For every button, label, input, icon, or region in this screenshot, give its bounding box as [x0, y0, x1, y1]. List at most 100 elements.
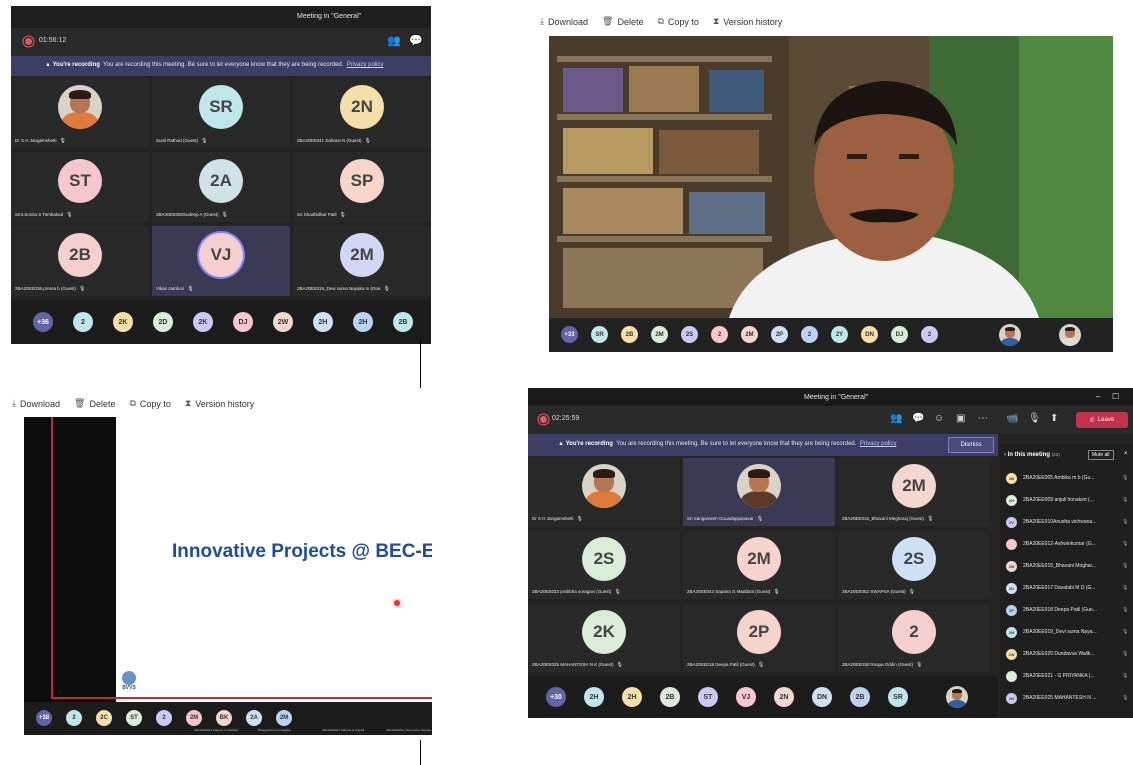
video-tile[interactable]: 2 2BA20EE038 Roopa Oddin (Guest) 🎙	[838, 604, 990, 672]
participant-row[interactable]: 2BA20EE012-Ashwinkumar (G... 🎙	[1006, 536, 1128, 552]
strip-avatar[interactable]: ST	[698, 687, 718, 707]
participant-row[interactable]: 2N 2BA20EE025 MAHANTESH N ... 🎙	[1006, 690, 1128, 706]
share-icon[interactable]: ⬆	[1050, 413, 1058, 424]
strip-avatar[interactable]: 2B	[850, 687, 870, 707]
strip-avatar[interactable]: 2K	[193, 312, 213, 332]
video-tile[interactable]: 2N 2BA20EE041 Sahana N (Guest) 🎙	[293, 78, 431, 148]
more-participants-badge[interactable]: +33	[561, 326, 578, 343]
strip-avatar[interactable]: 2W	[273, 312, 293, 332]
strip-avatar[interactable]: SR	[591, 326, 608, 343]
back-chevron-icon[interactable]: ‹	[1004, 452, 1006, 458]
q2-video-player[interactable]: +33 SR 2B 2M 2S 2 2M 2P 2 2Y DN DJ 2	[549, 36, 1113, 352]
download-button[interactable]: ⤓ Download	[540, 16, 588, 27]
strip-avatar[interactable]: 2M	[186, 710, 202, 726]
strip-avatar[interactable]: 2	[801, 326, 818, 343]
participant-row[interactable]: 2B 2BA20EE005 Ambika m b (Gu... 🎙	[1006, 470, 1128, 486]
participant-row[interactable]: 2V 2BA20EE010Anusha vichwana... 🎙	[1006, 514, 1128, 530]
video-tile[interactable]: VJ Vikas Jambori 🎙	[152, 226, 290, 296]
participants-icon[interactable]: 👥	[387, 34, 401, 47]
video-tile[interactable]: 2S 2BA20EE052 SWAPNA (Guest) 🎙	[838, 531, 990, 599]
participant-row[interactable]: 2H 2BA20EE009 anjali honakeri (... 🎙	[1006, 492, 1128, 508]
version-history-button[interactable]: ⧗ Version history	[185, 398, 254, 409]
video-tile[interactable]: 2K 2BA20EE025 MAHANTESH N K (Guest) 🎙	[528, 604, 680, 672]
strip-avatar[interactable]: 2S	[681, 326, 698, 343]
chat-icon[interactable]: 💬	[409, 34, 423, 47]
more-participants-badge[interactable]: +30	[546, 687, 566, 707]
strip-avatar[interactable]: 2B	[621, 326, 638, 343]
strip-avatar[interactable]: 2H	[584, 687, 604, 707]
video-tile[interactable]: 2M 2BA20EE019_Devi suma Nayaka m (Gue 🎙	[293, 226, 431, 296]
strip-avatar[interactable]: DN	[812, 687, 832, 707]
video-tile[interactable]: 2P 2BA20EE018 Deepa Patil (Guest) 🎙	[683, 604, 835, 672]
strip-avatar[interactable]: 2M	[651, 326, 668, 343]
chat-icon[interactable]: 💬	[912, 413, 924, 424]
strip-avatar[interactable]: DJ	[891, 326, 908, 343]
strip-avatar[interactable]: 2	[921, 326, 938, 343]
strip-avatar[interactable]: 2B	[660, 687, 680, 707]
privacy-policy-link[interactable]: Privacy policy	[347, 62, 384, 68]
strip-avatar[interactable]: 2	[156, 710, 172, 726]
strip-avatar[interactable]: VJ	[736, 687, 756, 707]
video-tile[interactable]: ST Smt.Sunita S Tambakad 🎙	[11, 152, 149, 222]
privacy-policy-link[interactable]: Privacy policy	[860, 441, 897, 447]
strip-avatar[interactable]: 2P	[771, 326, 788, 343]
video-tile[interactable]: Dr S H Jangamshetti 🎙	[528, 458, 680, 526]
minimize-icon[interactable]: –	[1096, 392, 1100, 401]
leave-button[interactable]: ✆ Leave	[1076, 412, 1128, 428]
reactions-icon[interactable]: ☺	[934, 413, 944, 424]
close-icon[interactable]: ×	[1124, 451, 1128, 457]
strip-avatar[interactable]: 2Y	[831, 326, 848, 343]
video-tile[interactable]: SP Sri Shashidhar Patil 🎙	[293, 152, 431, 222]
participant-row[interactable]: 2D 2BA20EE017 Davalabi M D (G... 🎙	[1006, 580, 1128, 596]
video-tile[interactable]: 2S 2BA20EE033 prabbha soragavi (Guest) 🎙	[528, 531, 680, 599]
camera-icon[interactable]: 📹	[1006, 413, 1018, 424]
strip-avatar[interactable]: 2H	[622, 687, 642, 707]
video-tile[interactable]: 2M 2BA20EE043 Sapana G Maddani (Guest) 🎙	[683, 531, 835, 599]
video-tile[interactable]: SR Sunil Rathod (Guest) 🎙	[152, 78, 290, 148]
more-participants-badge[interactable]: +38	[36, 710, 52, 726]
strip-avatar[interactable]: 2H	[313, 312, 333, 332]
q3-video-player[interactable]: Innovative Projects @ BEC-EEE BVVS +38 2 2…	[24, 417, 432, 735]
strip-avatar[interactable]: 2D	[153, 312, 173, 332]
rooms-icon[interactable]: ▣	[956, 413, 965, 424]
strip-avatar[interactable]: BK	[216, 710, 232, 726]
participant-row[interactable]: 2P 2BA20EE018 Deepa Patil (Gue... 🎙	[1006, 602, 1128, 618]
version-history-button[interactable]: ⧗ Version history	[713, 16, 782, 27]
copy-to-button[interactable]: ⧉ Copy to	[129, 398, 170, 409]
strip-avatar[interactable]: SR	[888, 687, 908, 707]
strip-avatar[interactable]: 2M	[276, 710, 292, 726]
dismiss-button[interactable]: Dismiss	[948, 437, 994, 453]
participant-row[interactable]: 2W 2BA20EE020 Dundavva Walik... 🎙	[1006, 646, 1128, 662]
participants-icon[interactable]: 👥	[890, 413, 902, 424]
maximize-icon[interactable]: ☐	[1112, 392, 1119, 401]
more-participants-badge[interactable]: +36	[33, 312, 53, 332]
strip-avatar[interactable]: 2A	[246, 710, 262, 726]
more-icon[interactable]: ⋯	[978, 413, 988, 424]
strip-avatar[interactable]: 2C	[96, 710, 112, 726]
copy-to-button[interactable]: ⧉ Copy to	[657, 16, 698, 27]
strip-avatar[interactable]: 2	[66, 710, 82, 726]
delete-button[interactable]: 🗑 Delete	[74, 398, 115, 409]
strip-avatar[interactable]: 2	[711, 326, 728, 343]
strip-avatar[interactable]: 2B	[393, 312, 413, 332]
video-tile[interactable]: Sri Sangamesh Gouadappanavar 🎙	[683, 458, 835, 526]
video-tile[interactable]: Dr S H Jangamshetti 🎙	[11, 78, 149, 148]
mic-off-icon[interactable]: 🎙	[1028, 413, 1041, 424]
strip-avatar[interactable]: DJ	[233, 312, 253, 332]
video-tile[interactable]: 2A 2BA20EE050Sudeep A (Guest) 🎙	[152, 152, 290, 222]
video-tile[interactable]: 2B 2BA20EE036.prema b (Guest) 🎙	[11, 226, 149, 296]
delete-button[interactable]: 🗑 Delete	[602, 16, 643, 27]
download-button[interactable]: ⤓ Download	[12, 398, 60, 409]
strip-avatar[interactable]: 2	[73, 312, 93, 332]
strip-avatar[interactable]: 2M	[741, 326, 758, 343]
participant-row[interactable]: 2M 2BA20EE019_Devi suma Naya... 🎙	[1006, 624, 1128, 640]
participant-row[interactable]: 2BA20EE021 - G PRIYANKA (... 🎙	[1006, 668, 1128, 684]
mute-all-button[interactable]: Mute all	[1088, 450, 1114, 460]
strip-avatar[interactable]: 2N	[774, 687, 794, 707]
participant-row[interactable]: 2M 2BA20EE015_Bhavani Meghar... 🎙	[1006, 558, 1128, 574]
strip-avatar[interactable]: 2K	[113, 312, 133, 332]
video-tile[interactable]: 2M 2BA20EE015_Bhavani Megharaj (Guest) 🎙	[838, 458, 990, 526]
strip-avatar[interactable]: 2H	[353, 312, 373, 332]
strip-avatar[interactable]: DN	[861, 326, 878, 343]
strip-avatar[interactable]: ST	[126, 710, 142, 726]
